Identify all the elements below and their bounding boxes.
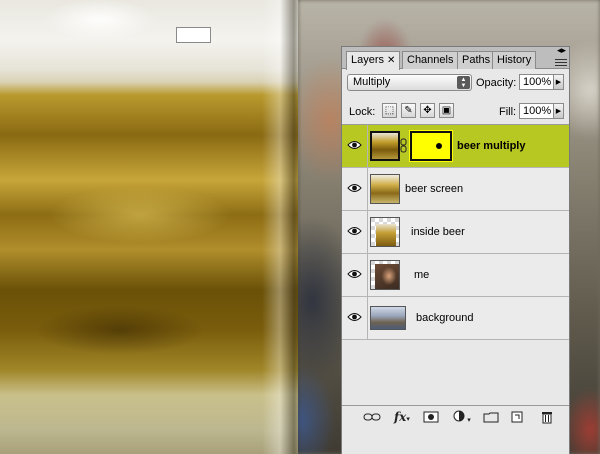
portrait-thumbnail: [370, 260, 400, 290]
tab-history[interactable]: History: [492, 51, 537, 69]
street-scene-thumbnail: [370, 306, 406, 330]
fx-icon[interactable]: fx▾: [394, 410, 410, 424]
chain-link-icon[interactable]: [400, 138, 407, 153]
layer-name: beer multiply: [457, 140, 526, 152]
opacity-field[interactable]: [176, 27, 211, 43]
new-layer-icon[interactable]: [510, 410, 524, 424]
adjustment-layer-icon[interactable]: ▾: [452, 410, 472, 424]
tab-paths-label: Paths: [462, 54, 491, 66]
tab-layers-label: Layers: [351, 54, 385, 66]
collapse-icon[interactable]: ◂▸: [557, 45, 566, 56]
layers-palette: Layers ✕ Channels Paths History ◂▸ Multip…: [176, 27, 570, 454]
beer-glass: [0, 0, 298, 454]
beer-glass-thumbnail: [370, 217, 400, 247]
layer-name: background: [416, 312, 474, 324]
trash-icon[interactable]: [540, 410, 554, 424]
lock-position-move-icon[interactable]: ✥: [420, 103, 435, 118]
visibility-toggle[interactable]: [342, 254, 368, 296]
beer-glass-thumbnail: [370, 174, 400, 204]
opacity-label: Opacity:: [476, 77, 517, 89]
fill-input[interactable]: 100%: [519, 103, 554, 119]
tab-layers[interactable]: Layers ✕: [346, 51, 401, 70]
opacity-input[interactable]: 100%: [519, 74, 554, 90]
fill-slider-arrow-icon[interactable]: ▶: [554, 103, 564, 119]
eye-icon: [347, 141, 362, 149]
lock-transparency-icon[interactable]: ⬚: [382, 103, 397, 118]
beer-glass-thumbnail: [370, 131, 400, 161]
opacity-slider-arrow-icon[interactable]: ▶: [554, 74, 564, 90]
eye-icon: [347, 270, 362, 278]
blend-mode-value: Multiply: [353, 76, 391, 88]
tab-channels-label: Channels: [407, 54, 454, 66]
visibility-toggle[interactable]: [342, 211, 368, 253]
tab-history-label: History: [497, 54, 532, 66]
tab-close-icon[interactable]: ✕: [387, 55, 395, 66]
new-group-icon[interactable]: [483, 410, 499, 424]
add-mask-icon[interactable]: [423, 410, 439, 424]
layer-name: me: [414, 269, 430, 281]
mask-dot: [436, 143, 442, 149]
eye-icon: [347, 184, 362, 192]
glass-edge-highlight: [262, 0, 302, 454]
lock-paint-brush-icon[interactable]: ✎: [401, 103, 416, 118]
tab-channels[interactable]: Channels: [402, 51, 459, 69]
select-arrows-icon: ▲ ▼: [457, 76, 470, 89]
layer-row-inside-beer[interactable]: inside beer: [342, 211, 569, 254]
layer-name: beer screen: [405, 183, 464, 195]
layer-name: inside beer: [411, 226, 465, 238]
visibility-toggle[interactable]: [342, 297, 368, 339]
lock-all-padlock-icon[interactable]: ▣: [439, 103, 454, 118]
eye-icon: [347, 313, 362, 321]
palette-footer: fx▾ ▾: [342, 405, 569, 454]
layer-row-background[interactable]: background: [342, 297, 569, 340]
fx-label: fx: [394, 410, 407, 424]
layer-row-me[interactable]: me: [342, 254, 569, 297]
palette-tab-bar: Layers ✕ Channels Paths History ◂▸: [342, 45, 569, 70]
tab-paths[interactable]: Paths: [457, 51, 496, 69]
visibility-toggle[interactable]: [342, 168, 368, 210]
link-layers-icon[interactable]: [363, 410, 381, 424]
layer-row-beer-screen[interactable]: beer screen: [342, 168, 569, 211]
eye-icon: [347, 227, 362, 235]
fill-label: Fill:: [499, 106, 517, 118]
layers-list: beer multiply beer screen inside beer me…: [342, 124, 569, 434]
palette-menu-icon[interactable]: [555, 57, 567, 67]
visibility-toggle[interactable]: [342, 125, 368, 167]
blend-mode-select[interactable]: Multiply ▲ ▼: [347, 74, 472, 91]
layer-row-beer-multiply[interactable]: beer multiply: [342, 125, 569, 168]
layer-mask-thumbnail[interactable]: [409, 130, 453, 162]
lock-label: Lock:: [349, 106, 376, 118]
